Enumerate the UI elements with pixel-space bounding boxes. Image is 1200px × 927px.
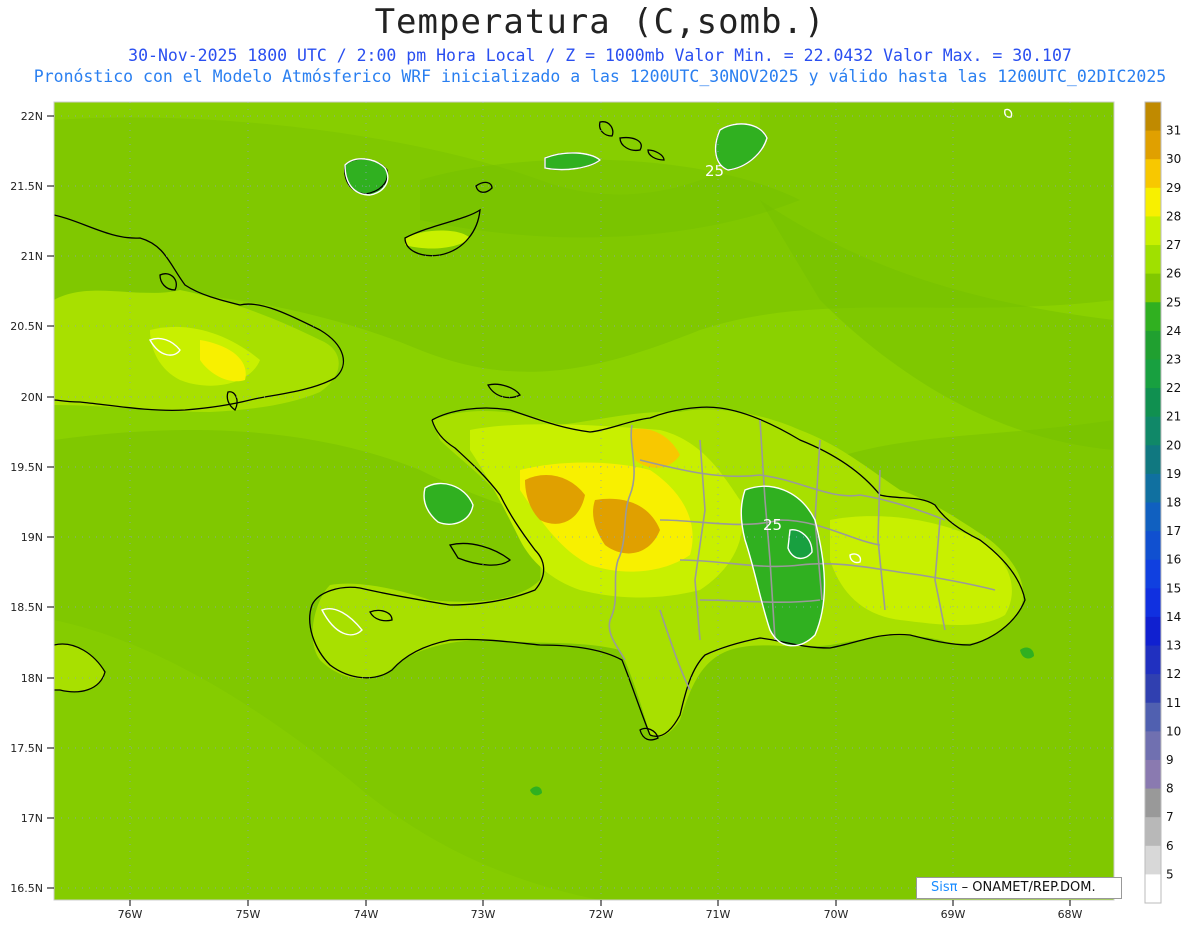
colorbar-swatch — [1145, 159, 1161, 189]
lat-label: 17N — [21, 812, 43, 825]
lat-label: 19.5N — [10, 461, 43, 474]
lon-label: 70W — [824, 908, 849, 921]
lat-label: 21.5N — [10, 180, 43, 193]
colorbar-swatch — [1145, 559, 1161, 589]
colorbar-swatch — [1145, 531, 1161, 561]
lat-label: 22N — [21, 110, 43, 123]
colorbar-label: 7 — [1166, 810, 1174, 824]
temperature-map: 25 25 22N 21.5N 21N 20.5N 20N 19.5N 19N … — [10, 101, 1181, 921]
colorbar-swatch — [1145, 759, 1161, 790]
colorbar-label: 19 — [1166, 467, 1181, 481]
colorbar-label: 29 — [1166, 181, 1181, 195]
colorbar-label: 21 — [1166, 410, 1181, 424]
colorbar-swatch — [1145, 874, 1161, 904]
colorbar-swatch — [1145, 817, 1161, 847]
colorbar-label: 24 — [1166, 324, 1181, 338]
colorbar-swatch — [1145, 388, 1161, 418]
lon-labels: 76W 75W 74W 73W 72W 71W 70W 69W 68W — [118, 908, 1083, 921]
colorbar-label: 18 — [1166, 496, 1181, 510]
colorbar-label: 12 — [1166, 667, 1181, 681]
temperature-field — [54, 102, 1114, 900]
colorbar-swatch — [1145, 645, 1161, 675]
colorbar-label: 14 — [1166, 610, 1181, 624]
lon-label: 73W — [471, 908, 496, 921]
colorbar-swatch — [1145, 616, 1161, 647]
credit-box: Sisπ – ONAMET/REP.DOM. — [916, 877, 1122, 899]
colorbar-label: 10 — [1166, 724, 1181, 738]
colorbar-swatch — [1145, 273, 1161, 303]
colorbar-label: 13 — [1166, 639, 1181, 653]
colorbar-swatch — [1145, 473, 1161, 503]
lat-label: 20.5N — [10, 320, 43, 333]
lon-axis — [129, 900, 1071, 906]
colorbar-swatch — [1145, 445, 1161, 475]
colorbar-swatch — [1145, 302, 1161, 332]
colorbar-swatch — [1145, 788, 1161, 818]
colorbar-label: 8 — [1166, 782, 1174, 796]
credit-text: – ONAMET/REP.DOM. — [961, 880, 1096, 895]
lat-label: 16.5N — [10, 882, 43, 895]
lat-label: 18.5N — [10, 601, 43, 614]
sispi-logo: Sisπ — [931, 880, 958, 895]
colorbar-label: 20 — [1166, 438, 1181, 452]
colorbar-label: 11 — [1166, 696, 1181, 710]
lat-label: 21N — [21, 250, 43, 263]
contour-label-central: 25 — [763, 516, 782, 534]
colorbar-swatch — [1145, 588, 1161, 618]
colorbar-swatch — [1145, 330, 1161, 360]
colorbar-label: 27 — [1166, 238, 1181, 252]
lat-label: 20N — [21, 391, 43, 404]
lon-label: 68W — [1058, 908, 1083, 921]
colorbar-swatch — [1145, 702, 1161, 732]
contour-label-north: 25 — [705, 162, 724, 180]
lon-label: 72W — [589, 908, 614, 921]
colorbar-swatch — [1145, 216, 1161, 246]
colorbar-swatch — [1145, 187, 1161, 217]
lon-label: 75W — [236, 908, 261, 921]
colorbar-swatch — [1145, 845, 1161, 875]
colorbar-swatch — [1145, 102, 1161, 132]
colorbar-label: 6 — [1166, 839, 1174, 853]
colorbar-swatch — [1145, 359, 1161, 389]
colorbar-swatch — [1145, 731, 1161, 761]
colorbar-label: 16 — [1166, 553, 1181, 567]
colorbar-label: 25 — [1166, 295, 1181, 309]
lon-label: 76W — [118, 908, 143, 921]
colorbar-label: 5 — [1166, 867, 1174, 881]
colorbar-label: 15 — [1166, 581, 1181, 595]
lon-label: 71W — [706, 908, 731, 921]
lon-label: 69W — [941, 908, 966, 921]
colorbar: 31 30 29 28 27 26 25 24 23 22 21 20 19 18 17 16 15 14 13 12… — [1144, 101, 1181, 904]
colorbar-label: 31 — [1166, 124, 1181, 138]
colorbar-swatch — [1145, 130, 1161, 160]
lat-axis — [47, 115, 54, 889]
colorbar-label: 30 — [1166, 152, 1181, 166]
lat-labels: 22N 21.5N 21N 20.5N 20N 19.5N 19N 18.5N … — [10, 110, 43, 895]
colorbar-swatch — [1145, 502, 1161, 532]
lat-label: 17.5N — [10, 742, 43, 755]
lon-label: 74W — [354, 908, 379, 921]
colorbar-label: 17 — [1166, 524, 1181, 538]
colorbar-label: 9 — [1166, 753, 1174, 767]
colorbar-swatch — [1145, 416, 1161, 446]
colorbar-label: 22 — [1166, 381, 1181, 395]
colorbar-swatch — [1145, 674, 1161, 704]
colorbar-label: 28 — [1166, 209, 1181, 223]
colorbar-label: 26 — [1166, 267, 1181, 281]
colorbar-swatch — [1145, 245, 1161, 275]
lat-label: 19N — [21, 531, 43, 544]
lat-label: 18N — [21, 672, 43, 685]
colorbar-label: 23 — [1166, 352, 1181, 366]
